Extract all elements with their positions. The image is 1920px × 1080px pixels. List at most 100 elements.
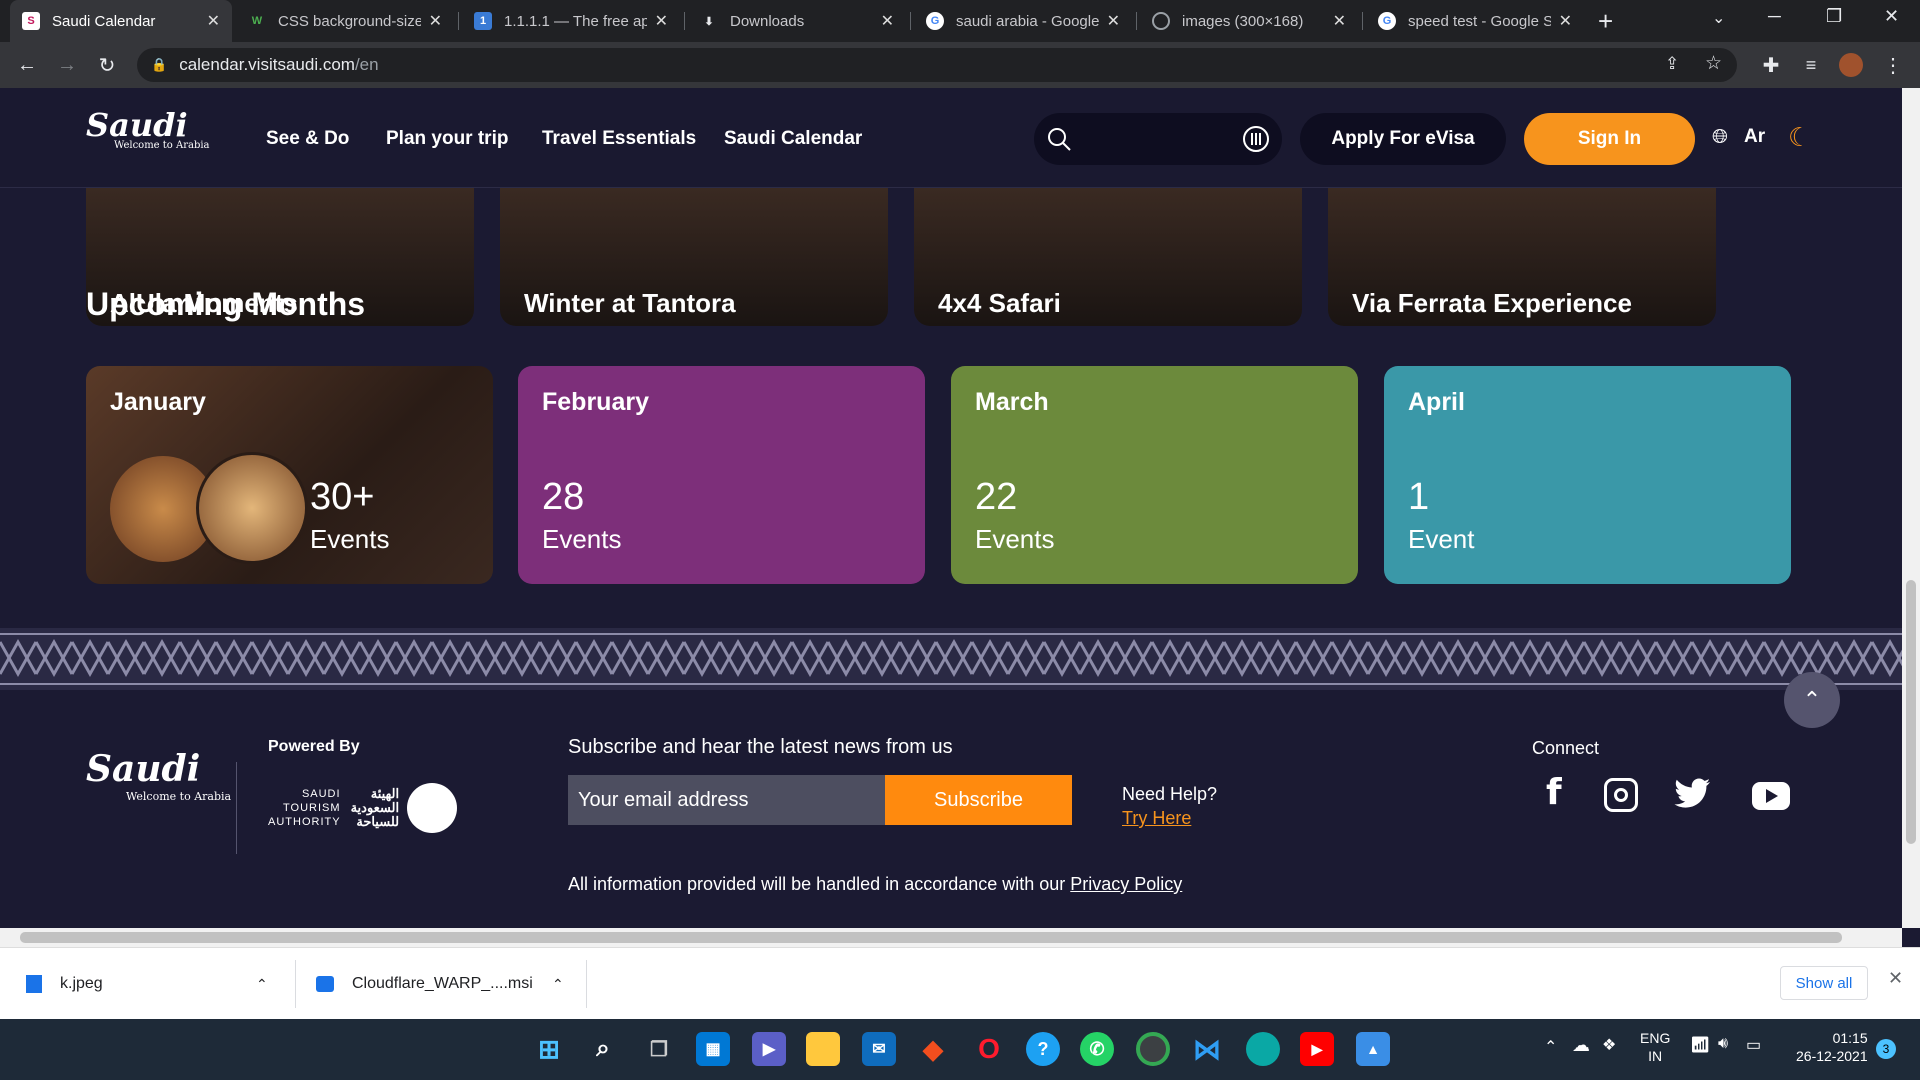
nav-saudi-calendar[interactable]: Saudi Calendar (724, 128, 862, 150)
chrome-icon[interactable] (1136, 1032, 1170, 1066)
dark-mode-moon-icon[interactable]: ☾ (1788, 122, 1811, 153)
nav-travel-essentials[interactable]: Travel Essentials (542, 128, 696, 150)
download-item-kjpeg[interactable]: k.jpeg ⌃ (26, 948, 282, 1020)
task-view-icon[interactable]: ❐ (642, 1032, 676, 1066)
tab-images[interactable]: images (300×168) ✕ (1140, 0, 1358, 42)
site-logo[interactable]: Saudi Welcome to Arabia (86, 106, 210, 151)
tab-search-icon[interactable]: ⌄ (1712, 8, 1725, 28)
email-input[interactable]: Your email address (568, 775, 885, 825)
tab-1111[interactable]: 1 1.1.1.1 — The free app ✕ (462, 0, 680, 42)
globe-icon[interactable]: 🌐︎ (1712, 126, 1728, 149)
scrollbar-thumb[interactable] (1906, 580, 1916, 844)
media-control-icon[interactable]: ≡ (1796, 50, 1826, 80)
photos-icon[interactable]: ▲ (1356, 1032, 1390, 1066)
notification-badge[interactable]: 3 (1876, 1039, 1896, 1059)
back-icon[interactable]: ← (12, 50, 42, 80)
month-card-april[interactable]: April 1 Event (1384, 366, 1791, 584)
scroll-to-top-button[interactable]: ⌃ (1784, 672, 1840, 728)
avatar[interactable] (1836, 50, 1866, 80)
google-favicon-icon: G (1378, 12, 1396, 30)
month-card-march[interactable]: March 22 Events (951, 366, 1358, 584)
wifi-icon[interactable]: 📶︎ (1690, 1035, 1710, 1055)
nav-plan-trip[interactable]: Plan your trip (386, 128, 508, 150)
scrollbar-thumb[interactable] (20, 932, 1842, 943)
close-downloads-icon[interactable]: ✕ (1888, 968, 1903, 989)
widgets-icon[interactable]: ▦ (696, 1032, 730, 1066)
close-tab-icon[interactable]: ✕ (1333, 11, 1346, 31)
extensions-icon[interactable]: ✚ (1756, 50, 1786, 80)
dropbox-icon[interactable]: ❖ (1602, 1035, 1616, 1055)
subscribe-button[interactable]: Subscribe (885, 775, 1072, 825)
instagram-icon[interactable] (1604, 778, 1638, 812)
close-tab-icon[interactable]: ✕ (1559, 11, 1572, 31)
tab-downloads[interactable]: ⬇ Downloads ✕ (688, 0, 906, 42)
experience-card-safari[interactable]: 4x4 Safari (914, 188, 1302, 326)
new-tab-button[interactable]: + (1598, 6, 1613, 37)
help-app-icon[interactable]: ? (1026, 1032, 1060, 1066)
teams-chat-icon[interactable]: ▶ (752, 1032, 786, 1066)
tab-speed-test[interactable]: G speed test - Google S ✕ (1366, 0, 1584, 42)
file-explorer-icon[interactable] (806, 1032, 840, 1066)
url-path: /en (354, 55, 379, 74)
language-switch[interactable]: Ar (1744, 126, 1765, 148)
whatsapp-icon[interactable]: ✆ (1080, 1032, 1114, 1066)
restore-icon[interactable]: ❐ (1826, 6, 1842, 27)
youtube-app-icon[interactable]: ▶ (1300, 1032, 1334, 1066)
filter-icon[interactable] (1242, 125, 1270, 153)
horizontal-scrollbar[interactable] (0, 928, 1902, 947)
decorative-pattern-band (0, 628, 1902, 690)
globe-icon (1152, 12, 1170, 30)
mail-icon[interactable]: ✉ (862, 1032, 896, 1066)
tab-css-background-size[interactable]: W CSS background-size ✕ (236, 0, 454, 42)
twitter-icon[interactable] (1674, 778, 1712, 810)
close-tab-icon[interactable]: ✕ (1107, 11, 1120, 31)
minimize-icon[interactable]: ─ (1768, 6, 1781, 27)
sign-in-button[interactable]: Sign In (1524, 113, 1695, 165)
battery-icon[interactable]: ▭ (1746, 1035, 1761, 1055)
facebook-icon[interactable]: f (1546, 772, 1562, 813)
volume-icon[interactable]: 🔊︎ (1718, 1035, 1728, 1053)
show-hidden-icons-chevron[interactable]: ⌃ (1544, 1037, 1557, 1057)
search-icon[interactable]: ⌕ (586, 1032, 620, 1066)
month-card-january[interactable]: January 30+ Events (86, 366, 493, 584)
privacy-policy-link[interactable]: Privacy Policy (1070, 874, 1182, 894)
opera-icon[interactable]: O (972, 1032, 1006, 1066)
chevron-up-icon[interactable]: ⌃ (256, 976, 268, 993)
vertical-scrollbar[interactable] (1902, 88, 1920, 928)
subscribe-heading: Subscribe and hear the latest news from … (568, 736, 953, 758)
apply-evisa-button[interactable]: Apply For eVisa (1300, 113, 1506, 165)
input-language[interactable]: ENG IN (1640, 1029, 1670, 1065)
sta-ar-line: السعودية (350, 800, 400, 815)
menu-kebab-icon[interactable]: ⋮ (1878, 50, 1908, 80)
anydesk-icon[interactable]: ◆ (916, 1032, 950, 1066)
search-bar[interactable] (1034, 113, 1282, 165)
try-here-link[interactable]: Try Here (1122, 808, 1191, 829)
nav-see-do[interactable]: See & Do (266, 128, 349, 150)
chevron-up-icon[interactable]: ⌃ (552, 976, 564, 993)
close-tab-icon[interactable]: ✕ (881, 11, 894, 31)
month-card-february[interactable]: February 28 Events (518, 366, 925, 584)
footer-logo[interactable]: Saudi Welcome to Arabia (86, 748, 231, 803)
reload-icon[interactable]: ↻ (92, 50, 122, 80)
close-tab-icon[interactable]: ✕ (429, 11, 442, 31)
windows-start-icon[interactable]: ⊞ (532, 1032, 566, 1066)
download-item-cloudflare[interactable]: Cloudflare_WARP_....msi ⌃ (316, 948, 578, 1020)
close-tab-icon[interactable]: ✕ (655, 11, 668, 31)
tab-saudi-arabia-google[interactable]: G saudi arabia - Google ✕ (914, 0, 1132, 42)
tab-saudi-calendar[interactable]: S Saudi Calendar ✕ (10, 0, 232, 42)
forward-icon[interactable]: → (52, 50, 82, 80)
experience-card-tantora[interactable]: Winter at Tantora (500, 188, 888, 326)
tab-title: speed test - Google S (1408, 12, 1551, 30)
onedrive-cloud-icon[interactable]: ☁ (1572, 1035, 1590, 1056)
edge-icon[interactable] (1246, 1032, 1280, 1066)
close-window-icon[interactable]: ✕ (1884, 6, 1899, 27)
youtube-icon[interactable] (1752, 782, 1790, 810)
show-all-button[interactable]: Show all (1780, 966, 1868, 1000)
address-bar[interactable]: 🔒 calendar.visitsaudi.com/en ⇪ ☆ (137, 48, 1737, 82)
close-tab-icon[interactable]: ✕ (207, 11, 220, 31)
vscode-icon[interactable]: ⋈ (1190, 1032, 1224, 1066)
share-icon[interactable]: ⇪ (1665, 54, 1679, 74)
clock[interactable]: 01:15 26-12-2021 (1796, 1029, 1868, 1065)
experience-card-via-ferrata[interactable]: Via Ferrata Experience (1328, 188, 1716, 326)
bookmark-star-icon[interactable]: ☆ (1705, 52, 1722, 75)
